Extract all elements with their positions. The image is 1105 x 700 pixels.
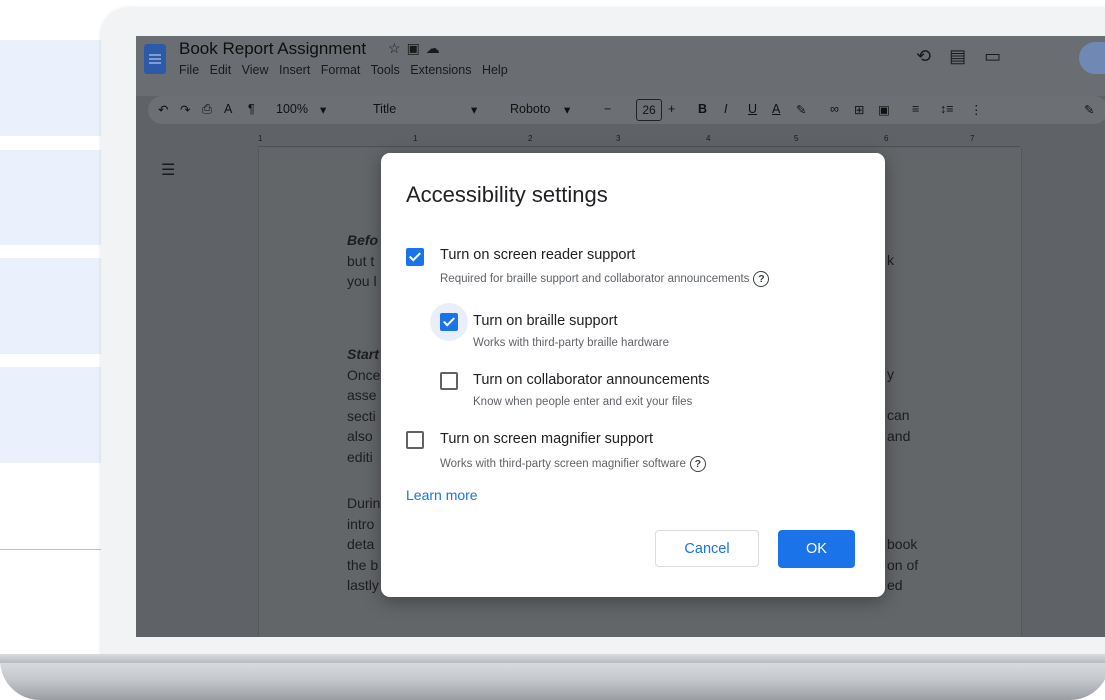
ruler-tick: 2 (528, 134, 533, 143)
ok-button[interactable]: OK (778, 530, 855, 568)
body-paragraph-3-right: book on of ed (887, 536, 919, 593)
collaborator-announcements-checkbox[interactable] (440, 372, 458, 390)
zoom-select[interactable]: 100% (276, 102, 308, 116)
star-icon[interactable]: ☆ (388, 40, 407, 56)
outline-icon[interactable]: ☰ (161, 160, 175, 180)
font-size-decrease-button[interactable]: − (604, 102, 611, 116)
screen-reader-description: Required for braille support and collabo… (440, 271, 770, 287)
dialog-title: Accessibility settings (406, 182, 608, 207)
collaborator-announcements-description: Know when people enter and exit your fil… (473, 396, 693, 408)
paint-format-icon[interactable]: ¶ (248, 102, 255, 116)
menu-view[interactable]: View (242, 63, 269, 77)
body-paragraph-2: Start Once asse secti also editi (347, 346, 381, 465)
print-icon[interactable]: ⎙ (202, 102, 212, 117)
ruler[interactable]: 1 1 2 3 4 5 6 7 (258, 134, 1020, 147)
side-panel-3 (0, 258, 101, 354)
highlight-icon[interactable]: ✎ (796, 102, 806, 117)
braille-checkbox[interactable] (440, 313, 458, 331)
undo-icon[interactable]: ↶ (158, 102, 168, 117)
more-icon[interactable]: ⋮ (970, 102, 983, 117)
screen-magnifier-description: Works with third-party screen magnifier … (440, 456, 706, 472)
body-paragraph-1: Befo but t you l (347, 232, 379, 289)
style-select[interactable]: Title (373, 102, 396, 116)
comment-add-icon[interactable]: ⊞ (854, 102, 864, 117)
side-panel-4 (0, 367, 101, 463)
underline-button[interactable]: U (748, 102, 757, 116)
body-paragraph-3: Durin intro deta the b lastly (347, 495, 381, 593)
braille-label: Turn on braille support (473, 313, 618, 329)
lock-icon[interactable] (1079, 42, 1105, 74)
menu-edit[interactable]: Edit (210, 63, 232, 77)
align-icon[interactable]: ≡ (912, 102, 919, 116)
menu-file[interactable]: File (179, 63, 199, 77)
screen-reader-checkbox[interactable] (406, 248, 424, 266)
ruler-tick: 1 (413, 134, 418, 143)
comments-icon[interactable]: ▤ (949, 46, 984, 66)
braille-description: Works with third-party braille hardware (473, 337, 669, 349)
folder-move-icon[interactable]: ▣ (407, 40, 426, 56)
menu-tools[interactable]: Tools (371, 63, 400, 77)
document-title[interactable]: Book Report Assignment (179, 39, 366, 59)
menu-format[interactable]: Format (321, 63, 361, 77)
help-icon[interactable]: ? (689, 456, 706, 472)
font-select[interactable]: Roboto (510, 102, 550, 116)
docs-logo-icon[interactable] (144, 44, 166, 74)
formatting-toolbar: ↶ ↷ ⎙ A ¶ 100% ▾ Title ▾ Roboto ▾ − 26 +… (148, 96, 1105, 124)
spellcheck-icon[interactable]: A (224, 102, 232, 116)
italic-button[interactable]: I (724, 102, 727, 116)
ruler-tick: 3 (616, 134, 621, 143)
zoom-chevron-icon: ▾ (320, 103, 327, 117)
meet-icon[interactable]: ▭ (984, 46, 1019, 66)
menu-extensions[interactable]: Extensions (410, 63, 471, 77)
ruler-tick: 7 (970, 134, 975, 143)
screen-magnifier-label: Turn on screen magnifier support (440, 431, 654, 447)
body-paragraph-2-right: y can and (887, 366, 911, 444)
body-paragraph-1-right: k (887, 252, 894, 268)
bold-button[interactable]: B (698, 102, 707, 116)
screen-reader-label: Turn on screen reader support (440, 247, 636, 263)
font-size-increase-button[interactable]: + (668, 102, 675, 116)
cancel-button[interactable]: Cancel (655, 530, 759, 567)
link-icon[interactable]: ∞ (830, 102, 839, 116)
menu-bar: File Edit View Insert Format Tools Exten… (179, 63, 515, 77)
text-color-button[interactable]: A (772, 102, 780, 116)
menu-help[interactable]: Help (482, 63, 508, 77)
redo-icon[interactable]: ↷ (180, 102, 190, 117)
history-icon[interactable]: ⟲ (916, 46, 949, 66)
learn-more-link[interactable]: Learn more (406, 487, 478, 503)
cloud-status-icon[interactable]: ☁ (426, 40, 446, 56)
side-panel-2 (0, 150, 101, 245)
image-icon[interactable]: ▣ (878, 102, 890, 117)
ruler-tick: 1 (258, 134, 263, 143)
editing-mode-icon[interactable]: ✎ (1084, 102, 1094, 117)
line-spacing-icon[interactable]: ↕≡ (940, 102, 954, 116)
title-icons: ☆▣☁ (388, 40, 446, 57)
laptop-hinge (0, 654, 1105, 663)
ruler-tick: 5 (794, 134, 799, 143)
font-chevron-icon: ▾ (564, 103, 571, 117)
help-icon[interactable]: ? (753, 271, 770, 287)
side-panel-1 (0, 40, 101, 136)
screen-magnifier-checkbox[interactable] (406, 431, 424, 449)
ruler-tick: 6 (884, 134, 889, 143)
header-actions: ⟲▤▭ (916, 46, 1019, 67)
ruler-tick: 4 (706, 134, 711, 143)
docs-header: Book Report Assignment ☆▣☁ File Edit Vie… (136, 36, 1105, 96)
collaborator-announcements-label: Turn on collaborator announcements (473, 372, 710, 388)
side-divider (0, 549, 101, 550)
accessibility-settings-dialog: Accessibility settings Turn on screen re… (381, 153, 885, 597)
style-chevron-icon: ▾ (471, 103, 478, 117)
font-size-input[interactable]: 26 (636, 99, 662, 121)
menu-insert[interactable]: Insert (279, 63, 310, 77)
